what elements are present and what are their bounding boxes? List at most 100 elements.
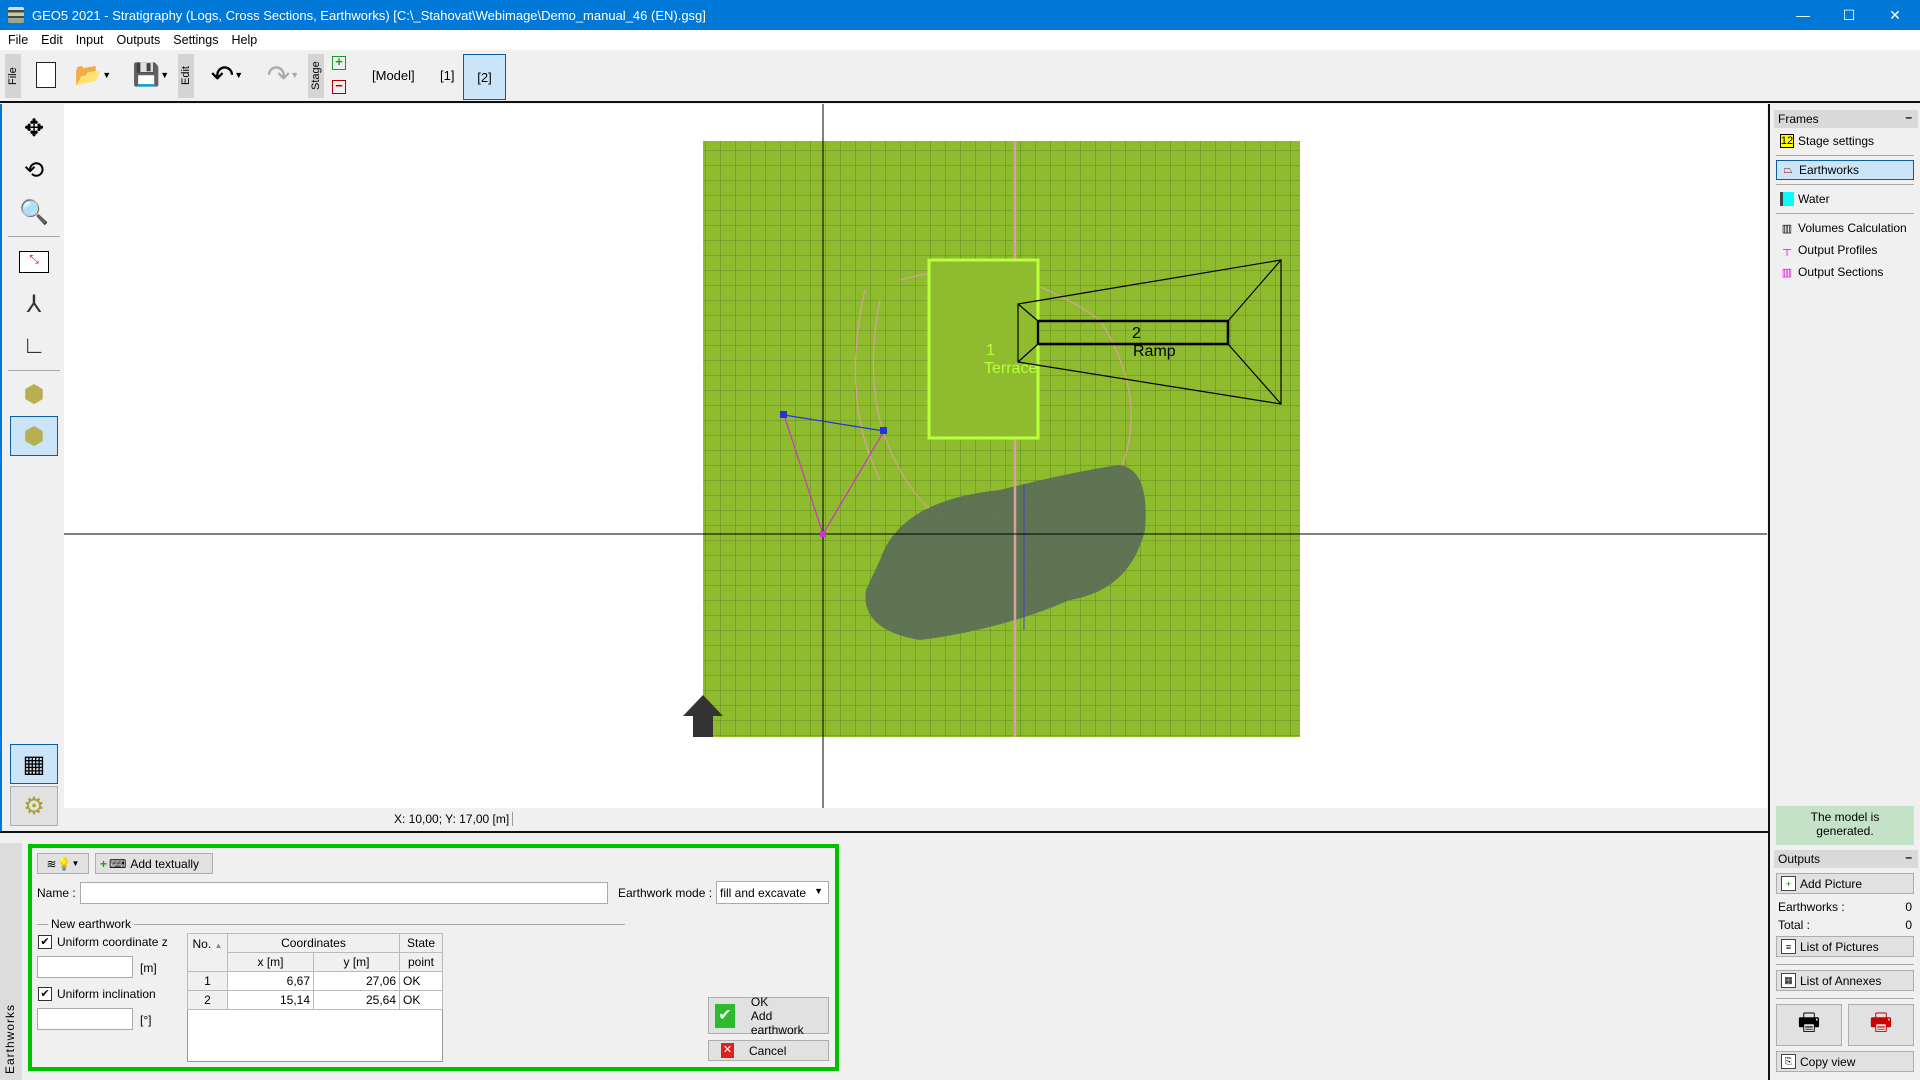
cursor-coordinates: X: 10,00; Y: 17,00 [m] bbox=[394, 812, 514, 826]
frame-water[interactable]: Water bbox=[1776, 189, 1914, 209]
menu-settings[interactable]: Settings bbox=[173, 33, 218, 47]
status-bar: X: 10,00; Y: 17,00 [m] bbox=[64, 808, 1767, 830]
total-count-label: Total : bbox=[1778, 918, 1811, 932]
uniform-inclination-checkbox[interactable]: ✔ bbox=[38, 987, 52, 1001]
vertex-handle bbox=[780, 411, 787, 418]
cancel-button[interactable]: ✕ Cancel bbox=[708, 1040, 829, 1061]
stage-2-tab[interactable]: [2] bbox=[463, 54, 506, 100]
undo-icon[interactable]: ↶ ▼ bbox=[202, 56, 252, 94]
add-picture-button[interactable]: + Add Picture bbox=[1776, 873, 1914, 894]
zoom-extents-icon[interactable]: ⤡ bbox=[10, 242, 58, 282]
vertex-handle bbox=[880, 427, 887, 434]
name-label: Name : bbox=[37, 886, 76, 900]
table-row[interactable]: 2 15,14 25,64 OK bbox=[187, 990, 443, 1010]
move-icon[interactable]: ✥ bbox=[10, 108, 58, 148]
earthwork-mode-label: Earthwork mode : bbox=[618, 886, 713, 900]
terrace-earthwork bbox=[927, 258, 1040, 440]
z-unit: [m] bbox=[140, 961, 157, 975]
ok-add-earthwork-button[interactable]: ✔ OK Add earthwork bbox=[708, 995, 829, 1037]
menu-bar: File Edit Input Outputs Settings Help bbox=[0, 30, 1920, 50]
list-annexes-icon: ▦ bbox=[1781, 973, 1796, 988]
settings-gear-icon[interactable]: ⚙ bbox=[10, 786, 58, 826]
title-bar: GEO5 2021 - Stratigraphy (Logs, Cross Se… bbox=[0, 0, 1920, 30]
add-icon: + bbox=[100, 856, 108, 871]
menu-help[interactable]: Help bbox=[231, 33, 257, 47]
table-row[interactable]: 1 6,67 27,06 OK bbox=[187, 971, 443, 991]
minimize-button[interactable]: — bbox=[1780, 0, 1826, 30]
col-x-header: x [m] bbox=[227, 952, 314, 972]
earthwork-mode-select[interactable]: fill and excavate ▼ bbox=[716, 881, 829, 904]
earthworks-count: 0 bbox=[1905, 900, 1912, 914]
list-of-pictures-button[interactable]: ≡ List of Pictures bbox=[1776, 936, 1914, 957]
copy-view-button[interactable]: ⎘ Copy view bbox=[1776, 1051, 1914, 1072]
coordinates-table-grid[interactable]: No. ▲ Coordinates State x [m] y [m] poin… bbox=[187, 933, 443, 1010]
menu-edit[interactable]: Edit bbox=[41, 33, 63, 47]
new-earthwork-group-label: New earthwork bbox=[48, 917, 135, 931]
open-file-icon[interactable]: 📂 ▼ bbox=[70, 56, 116, 94]
earthworks-side-tab[interactable]: Earthworks bbox=[0, 843, 22, 1080]
printer-icon: 🖶 bbox=[1797, 1008, 1821, 1036]
view-top-icon[interactable]: ⬢ bbox=[10, 374, 58, 414]
add-stage-icon[interactable]: + bbox=[332, 55, 346, 70]
inclination-input[interactable] bbox=[37, 1008, 133, 1030]
col-no-header[interactable]: No. ▲ bbox=[187, 933, 228, 972]
view-3d-icon[interactable]: ⬢ bbox=[10, 416, 58, 456]
uniform-z-label: Uniform coordinate z bbox=[57, 935, 168, 949]
frame-volumes-calculation[interactable]: ▥ Volumes Calculation bbox=[1776, 218, 1914, 238]
col-state-header: State bbox=[399, 933, 443, 953]
ramp-number: 2 bbox=[1132, 325, 1141, 342]
stage-1-tab[interactable]: [1] bbox=[440, 68, 454, 83]
collapse-icon: – bbox=[1905, 850, 1912, 864]
list-pictures-icon: ≡ bbox=[1781, 939, 1796, 954]
output-profiles-icon: ┬ bbox=[1783, 244, 1791, 256]
earthworks-count-label: Earthworks : bbox=[1778, 900, 1845, 914]
frame-earthworks[interactable]: ⏢ Earthworks bbox=[1776, 160, 1914, 180]
terrace-label: Terrace bbox=[984, 360, 1037, 377]
frame-output-profiles[interactable]: ┬ Output Profiles bbox=[1776, 240, 1914, 260]
checkmark-icon: ✔ bbox=[715, 1003, 735, 1028]
zoom-window-icon[interactable]: 🔍 bbox=[10, 192, 58, 232]
print-pdf-button[interactable]: 🖶 bbox=[1848, 1004, 1914, 1046]
frame-stage-settings[interactable]: 12 Stage settings bbox=[1776, 131, 1914, 151]
collapse-icon: – bbox=[1905, 110, 1912, 124]
volumes-icon: ▥ bbox=[1781, 222, 1793, 235]
name-input[interactable] bbox=[80, 882, 608, 904]
printer-pdf-icon: 🖶 bbox=[1869, 1008, 1893, 1036]
add-picture-icon: + bbox=[1781, 876, 1796, 891]
drawing-canvas[interactable]: 1 Terrace 2 Ramp bbox=[64, 104, 1767, 808]
layers-icon: ≋💡 bbox=[46, 856, 72, 871]
model-view[interactable]: 1 Terrace 2 Ramp bbox=[64, 104, 1767, 808]
stage-model-tab[interactable]: [Model] bbox=[372, 68, 415, 83]
ramp-label: Ramp bbox=[1133, 343, 1176, 360]
remove-stage-icon[interactable]: − bbox=[332, 79, 346, 94]
new-file-icon[interactable] bbox=[30, 56, 62, 94]
frames-header[interactable]: Frames – bbox=[1774, 110, 1918, 128]
redo-icon[interactable]: ↷ ▼ bbox=[258, 56, 308, 94]
menu-file[interactable]: File bbox=[8, 33, 28, 47]
stage-group-label: Stage bbox=[308, 54, 324, 98]
menu-outputs[interactable]: Outputs bbox=[117, 33, 161, 47]
copy-view-icon: ⎘ bbox=[1781, 1054, 1796, 1069]
add-textually-button[interactable]: + ⌨ Add textually bbox=[95, 853, 213, 874]
file-group-label: File bbox=[5, 54, 21, 98]
table-view-icon[interactable]: ▦ bbox=[10, 744, 58, 784]
vertex-handle bbox=[820, 531, 826, 537]
layers-menu-button[interactable]: ≋💡 ▼ bbox=[37, 853, 89, 874]
axes-2d-icon[interactable]: ∟ bbox=[10, 326, 58, 366]
water-icon bbox=[1780, 192, 1794, 206]
save-icon[interactable]: 💾 ▼ bbox=[126, 56, 176, 94]
axes-3d-icon[interactable]: ⅄ bbox=[10, 284, 58, 324]
list-of-annexes-button[interactable]: ▦ List of Annexes bbox=[1776, 970, 1914, 991]
maximize-button[interactable]: ☐ bbox=[1826, 0, 1872, 30]
outputs-header[interactable]: Outputs – bbox=[1774, 850, 1918, 868]
col-state-header-2: point bbox=[399, 952, 443, 972]
close-button[interactable]: ✕ bbox=[1872, 0, 1918, 30]
z-coordinate-input[interactable] bbox=[37, 956, 133, 978]
inclination-unit: [°] bbox=[140, 1013, 152, 1027]
print-button[interactable]: 🖶 bbox=[1776, 1004, 1842, 1046]
menu-input[interactable]: Input bbox=[76, 33, 104, 47]
frame-output-sections[interactable]: ▥ Output Sections bbox=[1776, 262, 1914, 282]
rotate-icon[interactable]: ⟲ bbox=[10, 150, 58, 190]
uniform-z-checkbox[interactable]: ✔ bbox=[38, 935, 52, 949]
earthworks-icon: ⏢ bbox=[1783, 163, 1793, 176]
